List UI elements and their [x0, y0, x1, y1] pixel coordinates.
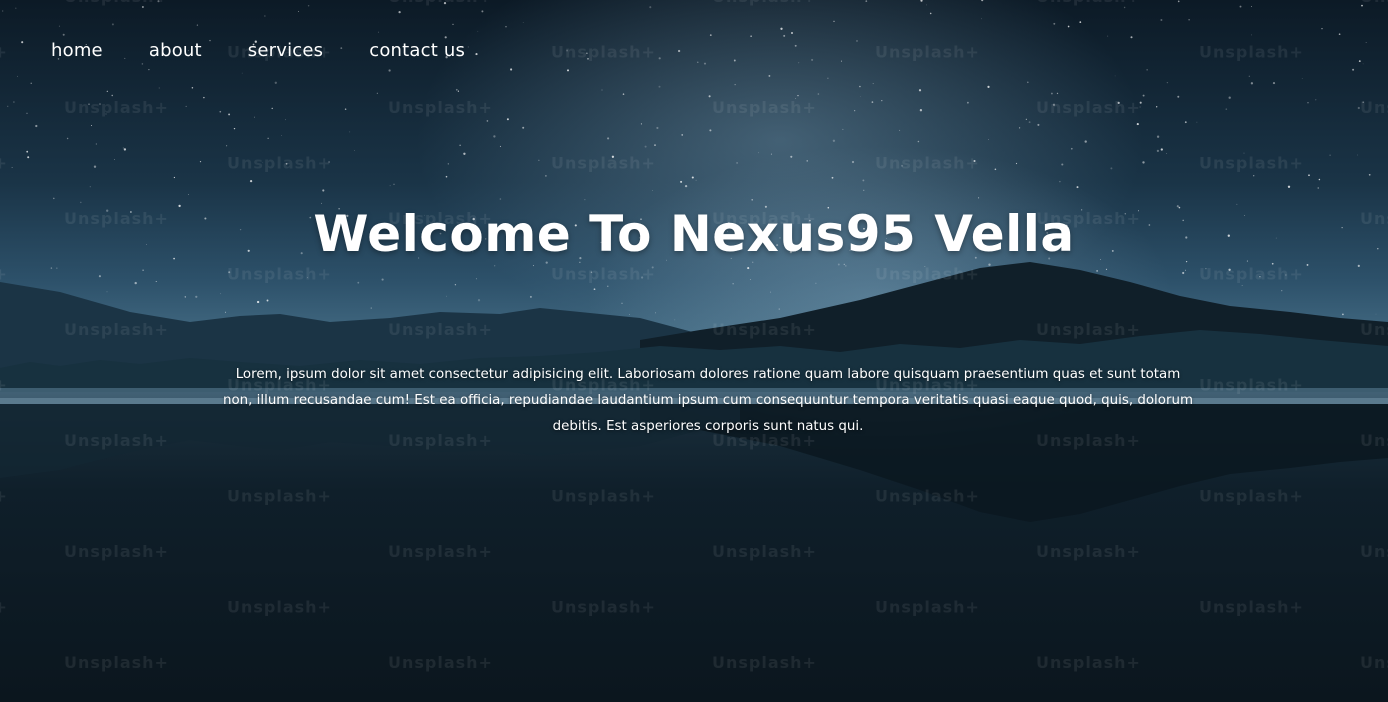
watermark-text: Unsplash+: [1036, 0, 1141, 6]
watermark-text: Unsplash+: [1199, 265, 1304, 284]
watermark-text: Unsplash+: [0, 598, 8, 617]
nav-link-contact-us[interactable]: contact us: [369, 40, 465, 61]
watermark-text: Unsplash+: [0, 43, 8, 62]
watermark-text: Unsplash+: [712, 653, 817, 672]
watermark-text: Unsplash+: [227, 154, 332, 173]
watermark-text: Unsplash+: [875, 43, 980, 62]
nav-item-home: home: [51, 40, 103, 61]
watermark-text: Unsplash+: [712, 542, 817, 561]
watermark-pattern: Unsplash+ Unsplash+ Unsplash+ Unsplash+ Unsp…: [0, 0, 1388, 672]
watermark-text: Unsplash+: [227, 487, 332, 506]
watermark-text: Unsplash+: [1199, 43, 1304, 62]
watermark-text: Unsplash+: [388, 0, 493, 6]
nav-link-services[interactable]: services: [248, 40, 323, 61]
watermark-text: Unsplash+: [1360, 431, 1388, 450]
hero-description: Lorem, ipsum dolor sit amet consectetur …: [222, 367, 1193, 434]
watermark-text: Unsplash+: [64, 431, 169, 450]
watermark-text: Unsplash+: [1360, 542, 1388, 561]
hero-section: Unsplash+ Unsplash+ Unsplash+ Unsplash+ Unsp…: [0, 0, 1388, 702]
nav-item-services: services: [248, 40, 323, 61]
watermark-text: Unsplash+: [551, 598, 656, 617]
nav-item-contact: contact us: [369, 40, 465, 61]
watermark-text: Unsplash+: [1199, 154, 1304, 173]
watermark-text: Unsplash+: [388, 98, 493, 117]
watermark-text: Unsplash+: [227, 265, 332, 284]
watermark-text: Unsplash+: [0, 376, 8, 395]
watermark-text: Unsplash+: [1199, 598, 1304, 617]
hero-title: Welcome To Nexus95 Vella: [313, 205, 1075, 263]
nav-link-about[interactable]: about: [149, 40, 202, 61]
watermark-text: Unsplash+: [1360, 0, 1388, 6]
watermark-text: Unsplash+: [1036, 98, 1141, 117]
watermark-text: Unsplash+: [1036, 653, 1141, 672]
watermark-text: Unsplash+: [712, 98, 817, 117]
watermark-text: Unsplash+: [1036, 542, 1141, 561]
watermark-text: Unsplash+: [1199, 376, 1304, 395]
watermark-text: Unsplash+: [875, 487, 980, 506]
watermark-text: Unsplash+: [0, 154, 8, 173]
watermark-text: Unsplash+: [64, 0, 169, 6]
watermark-text: Unsplash+: [1036, 320, 1141, 339]
watermark-text: Unsplash+: [1360, 653, 1388, 672]
watermark-text: Unsplash+: [551, 43, 656, 62]
main-nav: home about services contact us: [51, 40, 465, 61]
watermark-text: Unsplash+: [1199, 487, 1304, 506]
nav-link-home[interactable]: home: [51, 40, 103, 61]
watermark-text: Unsplash+: [388, 542, 493, 561]
watermark-text: Unsplash+: [875, 154, 980, 173]
watermark-text: Unsplash+: [875, 265, 980, 284]
watermark-text: Unsplash+: [712, 320, 817, 339]
watermark-text: Unsplash+: [0, 265, 8, 284]
nav-item-about: about: [149, 40, 202, 61]
watermark-text: Unsplash+: [551, 265, 656, 284]
watermark-text: Unsplash+: [388, 320, 493, 339]
watermark-text: Unsplash+: [1360, 98, 1388, 117]
watermark-text: Unsplash+: [1360, 320, 1388, 339]
watermark-text: Unsplash+: [64, 653, 169, 672]
watermark-text: Unsplash+: [875, 598, 980, 617]
watermark-text: Unsplash+: [388, 653, 493, 672]
watermark-text: Unsplash+: [227, 598, 332, 617]
watermark-text: Unsplash+: [64, 542, 169, 561]
watermark-text: Unsplash+: [712, 0, 817, 6]
watermark-text: Unsplash+: [64, 320, 169, 339]
watermark-text: Unsplash+: [64, 98, 169, 117]
watermark-text: Unsplash+: [551, 154, 656, 173]
watermark-text: Unsplash+: [551, 487, 656, 506]
watermark-text: Unsplash+: [0, 487, 8, 506]
